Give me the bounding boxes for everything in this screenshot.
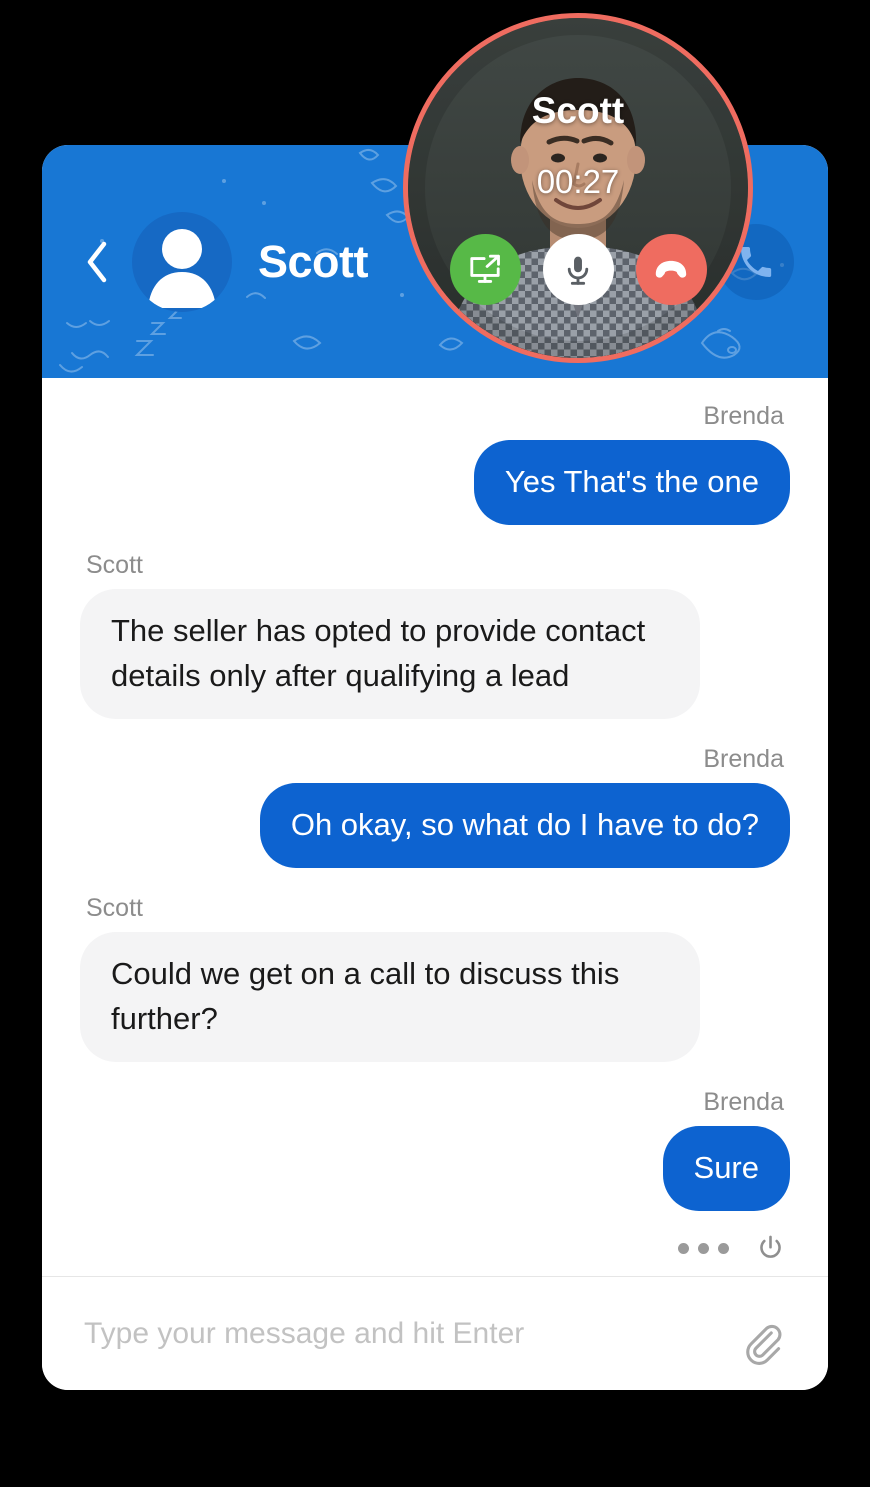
message-bubble[interactable]: Yes That's the one [473,440,790,525]
dot [678,1242,689,1254]
three-dots-icon [678,1242,729,1254]
back-button[interactable] [80,239,114,285]
active-call-overlay[interactable]: Scott 00:27 [403,13,753,363]
message-sender: Brenda [703,744,784,773]
message-sender: Scott [86,893,143,922]
message-bubble[interactable]: Sure [662,1125,790,1211]
microphone-icon [567,256,589,285]
message-group: Brenda Sure [80,1082,790,1211]
hangup-button[interactable] [635,234,707,305]
message-group: Brenda Oh okay, so what do I have to do? [80,739,790,868]
paperclip-icon [746,1324,782,1365]
message-sender: Scott [86,550,143,579]
message-bubble[interactable]: Could we get on a call to discuss this f… [80,931,700,1062]
call-caller-name: Scott [531,90,625,131]
screen-share-button[interactable] [449,234,521,305]
header-title: Scott [258,235,369,287]
call-timer: 00:27 [536,163,620,200]
message-list[interactable]: Brenda Yes That's the one Scott The sell… [42,378,828,1276]
status-row [80,1233,790,1264]
message-group: Scott The seller has opted to provide co… [80,545,790,719]
message-group: Scott Could we get on a call to discuss … [80,888,790,1062]
user-avatar-icon [148,228,216,308]
dot [698,1242,709,1254]
message-bubble[interactable]: The seller has opted to provide contact … [80,588,700,719]
message-sender: Brenda [703,402,784,430]
dot [718,1242,729,1254]
avatar[interactable] [132,211,232,312]
message-input[interactable] [84,1316,722,1351]
message-bubble[interactable]: Oh okay, so what do I have to do? [259,782,790,868]
attach-button[interactable] [736,1316,790,1370]
screen: Scott Brenda Yes That's the one Scott Th… [0,0,870,1487]
chevron-left-icon [87,241,107,282]
power-button[interactable] [755,1233,786,1264]
message-group: Brenda Yes That's the one [80,396,790,525]
message-composer [42,1276,828,1390]
message-sender: Brenda [703,1087,784,1116]
mute-button[interactable] [542,234,614,305]
screen-share-icon [470,254,500,283]
phone-hangup-icon [655,260,687,278]
call-controls [408,234,748,305]
power-icon [760,1235,781,1258]
